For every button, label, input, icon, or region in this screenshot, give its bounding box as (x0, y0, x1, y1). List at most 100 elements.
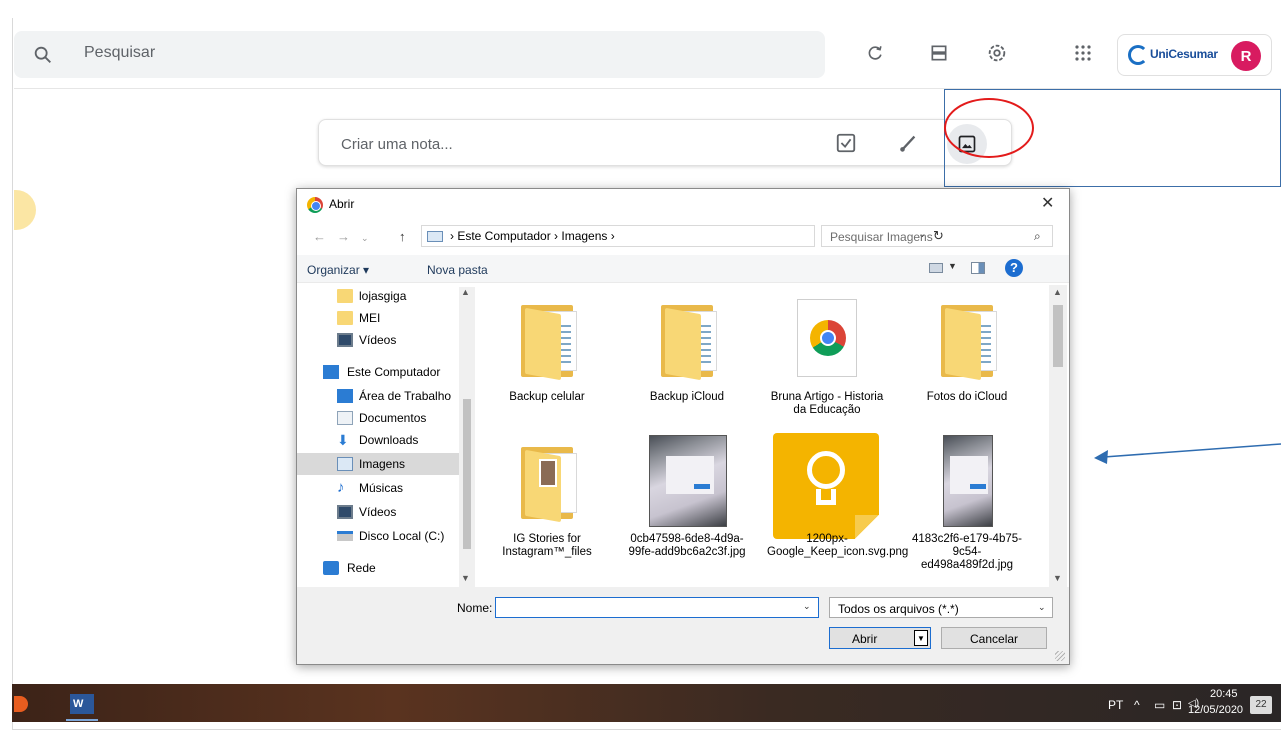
photo-thumbnail (649, 435, 727, 527)
forward-icon[interactable]: → (337, 229, 350, 244)
resize-grip[interactable] (1055, 651, 1065, 661)
file-label: Fotos do iCloud (926, 391, 1008, 403)
refresh-icon[interactable] (862, 40, 888, 66)
clock-time[interactable]: 20:45 (1210, 688, 1238, 700)
file-name-input[interactable] (495, 597, 819, 618)
file-list: Backup celular Backup iCloud Bruna Artig… (477, 285, 1047, 587)
disk-drive-icon (337, 531, 353, 541)
nav-label: MEI (359, 311, 381, 325)
search-input[interactable]: Pesquisar (84, 44, 155, 62)
nav-item-imagens[interactable]: Imagens (297, 453, 459, 475)
checkbox-icon[interactable] (835, 132, 857, 154)
nav-label: Documentos (359, 411, 427, 425)
nav-item-rede[interactable]: Rede (297, 557, 459, 579)
nav-label: Músicas (359, 481, 404, 495)
create-note-box[interactable]: Criar uma nota... (318, 119, 1012, 166)
organize-menu[interactable]: Organizar ▾ (307, 263, 369, 277)
list-view-icon[interactable] (926, 40, 952, 66)
computer-icon (323, 365, 339, 379)
pictures-icon (337, 457, 353, 471)
files-scroll-up-icon[interactable]: ▲ (1053, 287, 1062, 297)
nav-item-lojasgiga[interactable]: lojasgiga (297, 285, 459, 307)
search-icon[interactable] (32, 44, 54, 66)
files-scrollbar-thumb[interactable] (1053, 305, 1063, 367)
dialog-toolbar: Organizar ▾ Nova pasta ▼ ? (297, 255, 1069, 283)
file-name-dropdown-icon[interactable]: ⌄ (803, 601, 811, 612)
apps-grid-icon[interactable] (1070, 40, 1096, 66)
file-label: IG Stories for Instagram™_files (502, 533, 592, 558)
nav-item-videos[interactable]: Vídeos (297, 329, 459, 351)
up-icon[interactable]: ↑ (399, 229, 406, 244)
file-label: 4183c2f6-e179-4b75-9c54-ed498a489f2d.jpg (912, 533, 1022, 571)
brush-icon[interactable] (897, 132, 919, 154)
avatar[interactable]: R (1231, 41, 1261, 71)
search-pictures-input[interactable]: Pesquisar Imagens (830, 230, 933, 244)
word-icon[interactable]: W (70, 694, 94, 714)
nav-label: Vídeos (359, 505, 397, 519)
back-icon[interactable]: ← (313, 229, 326, 244)
video-icon (337, 333, 353, 347)
cancel-button-label: Cancelar (970, 632, 1019, 646)
battery-icon[interactable]: ▭ (1154, 698, 1165, 712)
view-mode-icon[interactable] (929, 263, 943, 273)
view-dropdown-icon[interactable]: ▼ (948, 261, 957, 271)
nav-item-este-computador[interactable]: Este Computador (297, 361, 459, 383)
cancel-button[interactable]: Cancelar (941, 627, 1047, 649)
nav-item-disco-local[interactable]: Disco Local (C:) (297, 525, 459, 547)
nav-label: Downloads (359, 433, 419, 447)
nav-item-videos-2[interactable]: Vídeos (297, 501, 459, 523)
side-decoration (14, 190, 36, 230)
preview-pane-icon[interactable] (971, 262, 985, 274)
nav-item-musicas[interactable]: ♪ Músicas (297, 477, 459, 499)
open-file-dialog: Abrir ✕ ← → ⌄ ↑ › Este Computador › Imag… (296, 188, 1070, 665)
open-button-label: Abrir (852, 632, 878, 646)
clock-date[interactable]: 12/05/2020 (1188, 704, 1243, 716)
close-button[interactable]: ✕ (1041, 193, 1054, 213)
open-button[interactable]: Abrir ▼ (829, 627, 931, 649)
settings-icon[interactable] (984, 40, 1010, 66)
files-scroll-down-icon[interactable]: ▼ (1053, 573, 1062, 583)
network-icon[interactable]: ⊡ (1172, 698, 1182, 712)
nav-scroll-up-icon[interactable]: ▲ (461, 287, 470, 297)
nav-label: Rede (347, 561, 376, 575)
file-label: Backup iCloud (649, 391, 725, 403)
nav-scrollbar-thumb[interactable] (463, 399, 471, 549)
address-bar[interactable]: › Este Computador › Imagens › ⌄ ↻ (421, 225, 944, 247)
note-placeholder[interactable]: Criar uma nota... (341, 136, 453, 153)
pictures-folder-icon (427, 231, 443, 242)
language-indicator[interactable]: PT (1108, 698, 1123, 712)
recent-dropdown-icon[interactable]: ⌄ (361, 233, 369, 244)
nav-item-documentos[interactable]: Documentos (297, 407, 459, 429)
search-pictures-box[interactable]: Pesquisar Imagens ⌕ (821, 225, 1053, 247)
nav-label: Disco Local (C:) (359, 529, 445, 543)
brand-name: UniCesumar (1150, 47, 1218, 61)
open-split-dropdown-icon[interactable]: ▼ (914, 630, 928, 646)
search-icon[interactable]: ⌕ (1034, 229, 1041, 244)
notifications-icon[interactable]: 22 (1250, 696, 1272, 714)
active-app-indicator (66, 719, 98, 721)
account-switcher[interactable]: UniCesumar R (1117, 34, 1272, 76)
chrome-document-icon (797, 299, 857, 377)
nav-scroll-down-icon[interactable]: ▼ (461, 573, 470, 583)
chevron-up-icon[interactable]: ^ (1134, 698, 1140, 712)
nav-label: Imagens (359, 457, 406, 471)
nav-item-downloads[interactable]: ⬇ Downloads (297, 429, 459, 451)
frame-bottom-edge (12, 729, 1281, 730)
nav-label: Vídeos (359, 333, 397, 347)
file-type-select[interactable]: Todos os arquivos (*.*) ⌄ (829, 597, 1053, 618)
network-icon (323, 561, 339, 575)
photo-thumbnail (943, 435, 993, 527)
dialog-title: Abrir (329, 197, 355, 211)
annotation-arrow (1094, 443, 1281, 464)
help-icon[interactable]: ? (1005, 259, 1023, 277)
download-arrow-icon: ⬇ (337, 432, 349, 448)
keep-search-bar[interactable]: Pesquisar (14, 31, 825, 78)
address-path[interactable]: › Este Computador › Imagens › (450, 229, 615, 243)
dialog-footer: Nome: ⌄ Todos os arquivos (*.*) ⌄ Abrir … (297, 587, 1069, 664)
google-keep-icon (773, 433, 879, 539)
nav-label: Este Computador (347, 365, 441, 379)
folder-icon (521, 299, 581, 381)
nav-item-mei[interactable]: MEI (297, 307, 459, 329)
nav-item-area-de-trabalho[interactable]: Área de Trabalho (297, 385, 459, 407)
new-folder-button[interactable]: Nova pasta (427, 263, 488, 277)
